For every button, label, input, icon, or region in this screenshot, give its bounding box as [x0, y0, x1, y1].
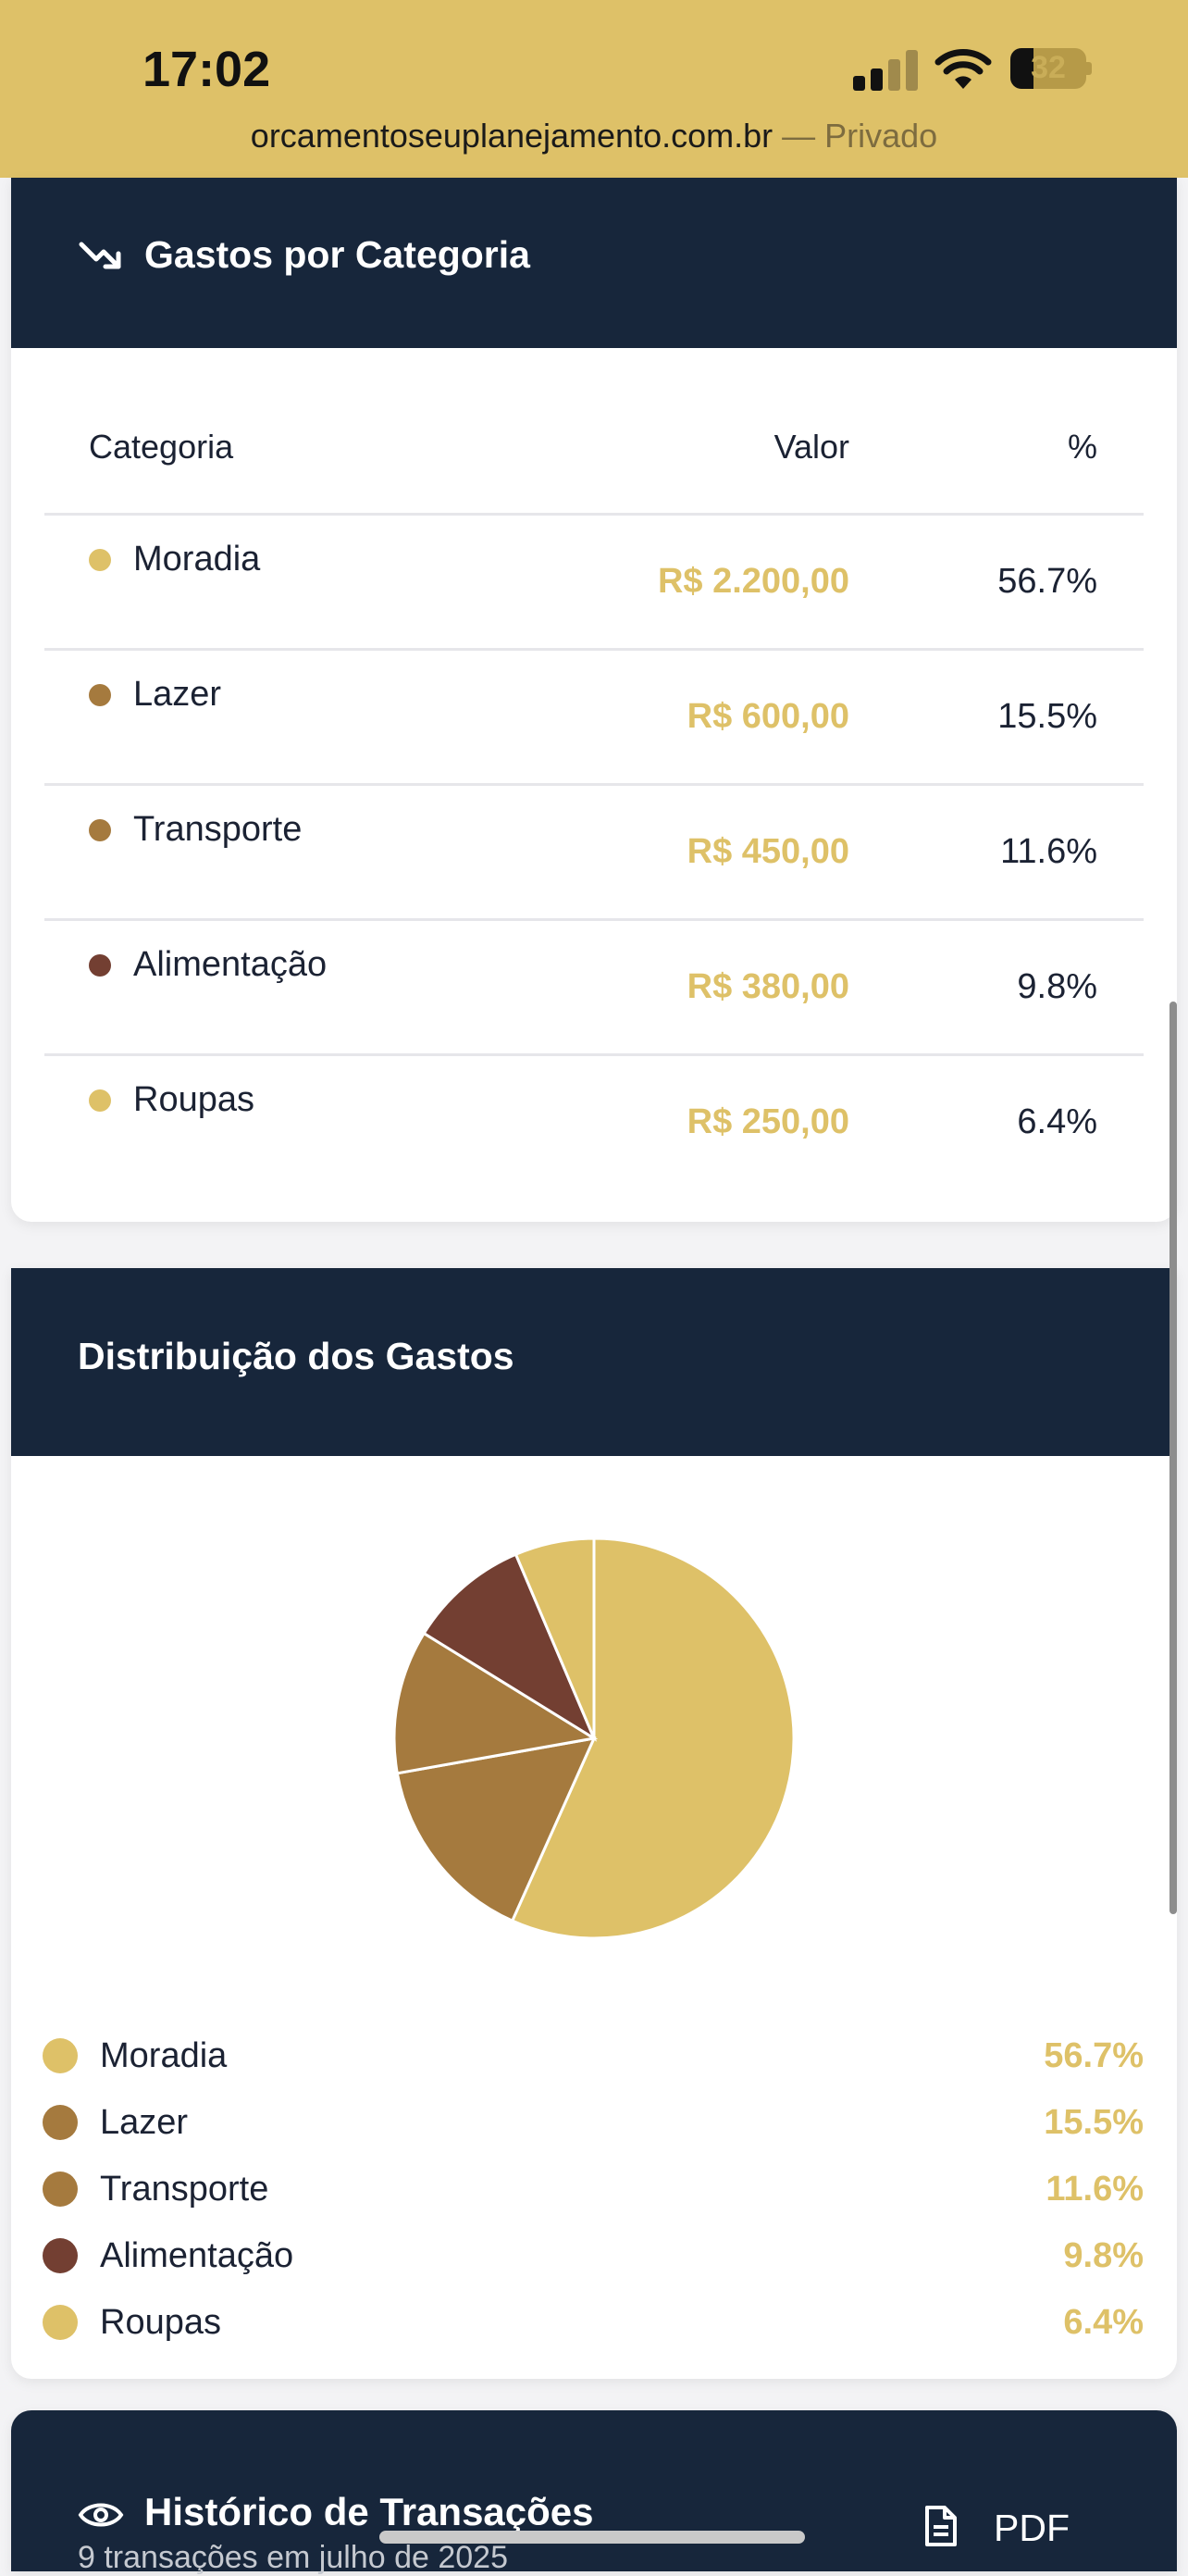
- legend-item: Alimentação 9.8%: [11, 2229, 1177, 2284]
- category-color-dot: [89, 954, 111, 977]
- private-label: — Privado: [782, 117, 938, 155]
- table-row: Transporte R$ 450,00 11.6%: [11, 786, 1177, 921]
- history-card-subtitle: 9 transações em julho de 2025: [78, 2540, 508, 2575]
- legend-label: Alimentação: [100, 2236, 294, 2275]
- address-bar[interactable]: orcamentoseuplanejamento.com.br — Privad…: [0, 117, 1188, 156]
- category-percent: 6.4%: [1017, 1102, 1097, 1141]
- column-header-category: Categoria: [89, 428, 234, 466]
- column-header-percent: %: [1067, 428, 1097, 466]
- pdf-button-label: PDF: [994, 2507, 1070, 2549]
- legend-label: Transporte: [100, 2170, 269, 2209]
- category-value: R$ 250,00: [687, 1102, 849, 1141]
- transaction-history-card: Histórico de Transações 9 transações em …: [11, 2410, 1177, 2575]
- document-icon: [925, 2506, 957, 2546]
- history-card-title: Histórico de Transações: [144, 2490, 594, 2533]
- status-bar: 17:02 32 orcamentoseuplanejamento.com.br…: [0, 0, 1188, 178]
- legend-percent: 6.4%: [1063, 2303, 1144, 2342]
- table-row: Alimentação R$ 380,00 9.8%: [11, 921, 1177, 1056]
- pie-chart: [392, 1537, 796, 1940]
- wifi-icon: [934, 49, 992, 89]
- legend-color-dot: [43, 2038, 78, 2073]
- category-color-dot: [89, 819, 111, 841]
- distribution-card-title: Distribuição dos Gastos: [78, 1335, 514, 1377]
- legend-percent: 56.7%: [1044, 2036, 1144, 2075]
- category-color-dot: [89, 549, 111, 571]
- battery-level: 32: [1031, 50, 1066, 85]
- category-name: Alimentação: [133, 945, 328, 984]
- table-row: Lazer R$ 600,00 15.5%: [11, 651, 1177, 786]
- cellular-signal-icon: [853, 50, 918, 91]
- scrollbar[interactable]: [1169, 1002, 1177, 1914]
- expense-distribution-card: Distribuição dos Gastos Moradia 56.7% La…: [11, 1268, 1177, 2379]
- legend-item: Lazer 15.5%: [11, 2096, 1177, 2151]
- battery-icon: 32: [1010, 48, 1092, 89]
- legend-item: Moradia 56.7%: [11, 2029, 1177, 2084]
- legend-label: Roupas: [100, 2303, 221, 2342]
- url-text: orcamentoseuplanejamento.com.br: [250, 117, 773, 155]
- category-card-title: Gastos por Categoria: [144, 233, 530, 276]
- home-indicator[interactable]: [379, 2531, 805, 2544]
- legend-item: Transporte 11.6%: [11, 2162, 1177, 2218]
- legend-color-dot: [43, 2238, 78, 2273]
- distribution-card-header: Distribuição dos Gastos: [11, 1268, 1177, 1456]
- column-header-value: Valor: [773, 428, 849, 466]
- category-color-dot: [89, 684, 111, 706]
- legend-percent: 15.5%: [1044, 2103, 1144, 2142]
- category-percent: 9.8%: [1017, 967, 1097, 1006]
- clock: 17:02: [142, 42, 271, 97]
- category-value: R$ 2.200,00: [657, 562, 849, 601]
- category-percent: 11.6%: [1000, 832, 1097, 871]
- category-name: Transporte: [133, 810, 303, 849]
- legend-label: Lazer: [100, 2103, 189, 2142]
- category-percent: 56.7%: [997, 562, 1097, 601]
- table-row: Roupas R$ 250,00 6.4%: [11, 1056, 1177, 1191]
- legend-color-dot: [43, 2105, 78, 2140]
- legend-percent: 11.6%: [1046, 2170, 1144, 2209]
- table-row: Moradia R$ 2.200,00 56.7%: [11, 516, 1177, 651]
- legend-color-dot: [43, 2305, 78, 2340]
- category-value: R$ 380,00: [687, 967, 849, 1006]
- category-name: Lazer: [133, 675, 222, 714]
- category-name: Roupas: [133, 1080, 254, 1119]
- category-expenses-card: Gastos por Categoria Categoria Valor % M…: [11, 178, 1177, 1222]
- trending-down-icon: [79, 242, 121, 269]
- category-card-header: Gastos por Categoria: [11, 178, 1177, 348]
- category-value: R$ 600,00: [687, 697, 849, 736]
- legend-item: Roupas 6.4%: [11, 2296, 1177, 2351]
- legend-color-dot: [43, 2172, 78, 2207]
- export-pdf-button[interactable]: PDF: [909, 2499, 1094, 2555]
- legend-label: Moradia: [100, 2036, 228, 2075]
- eye-icon[interactable]: [78, 2499, 124, 2531]
- category-value: R$ 450,00: [687, 832, 849, 871]
- category-name: Moradia: [133, 540, 261, 579]
- category-percent: 15.5%: [997, 697, 1097, 736]
- category-color-dot: [89, 1089, 111, 1112]
- legend-percent: 9.8%: [1063, 2236, 1144, 2275]
